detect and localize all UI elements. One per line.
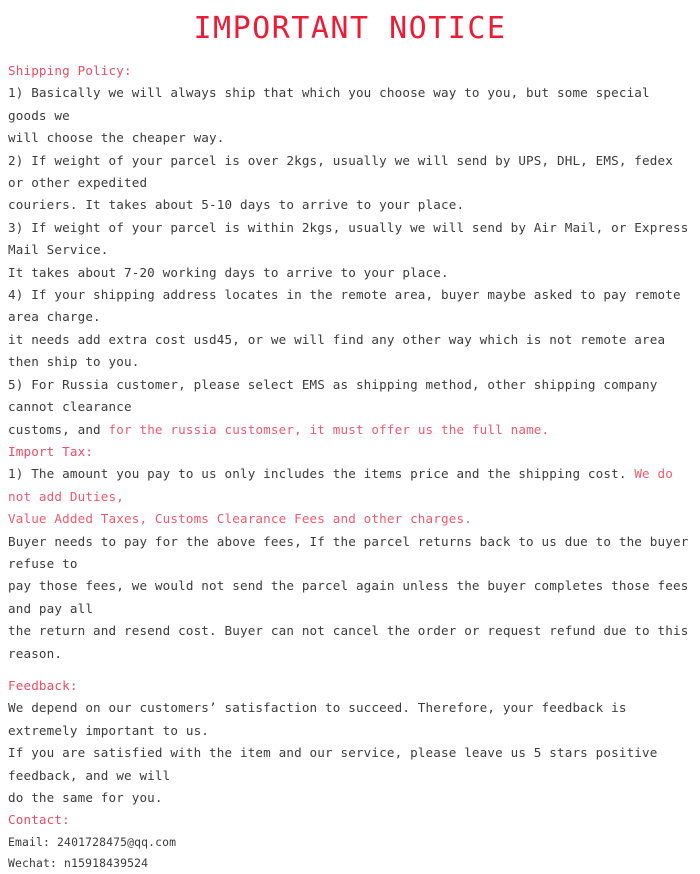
text-line-shipping-line-2a: 2) If weight of your parcel is over 2kgs… — [8, 150, 694, 195]
body-text: If you are satisfied with the item and o… — [8, 745, 666, 783]
body-text: customs, and — [8, 421, 109, 437]
text-line-feedback-line-1: We depend on our customers’ satisfaction… — [8, 697, 694, 742]
body-text: 2) If weight of your parcel is over 2kgs… — [8, 152, 681, 191]
body-text: it needs add extra cost usd45, or we wil… — [8, 331, 673, 370]
body-text: pay those fees, we would not send the pa… — [8, 578, 697, 616]
text-line-feedback-line-2: If you are satisfied with the item and o… — [8, 742, 694, 787]
text-line-import-line-2c: the return and resend cost. Buyer can no… — [8, 620, 694, 665]
text-line-shipping-line-2b: couriers. It takes about 5-10 days to ar… — [8, 194, 694, 216]
body-text: 4) If your shipping address locates in t… — [8, 287, 689, 325]
body-text: Buyer needs to pay for the above fees, I… — [8, 533, 697, 571]
body-text: 1) Basically we will always ship that wh… — [8, 85, 658, 123]
text-line-shipping-line-3b: It takes about 7-20 working days to arri… — [8, 262, 694, 284]
body-text: We depend on our customers’ satisfaction… — [8, 700, 635, 738]
text-line-feedback-line-3: do the same for you. — [8, 787, 694, 809]
body-text: do the same for you. — [8, 790, 163, 805]
body-text: Email: 2401728475@qq.com — [8, 834, 177, 849]
body-text: couriers. It takes about 5-10 days to ar… — [8, 197, 465, 213]
text-line-shipping-line-1b: will choose the cheaper way. — [8, 127, 694, 149]
text-line-import-line-2b: pay those fees, we would not send the pa… — [8, 575, 694, 620]
body-text: 1) The amount you pay to us only include… — [8, 466, 635, 482]
text-line-import-line-2a: Buyer needs to pay for the above fees, I… — [8, 531, 694, 576]
body-text: It takes about 7-20 working days to arri… — [8, 264, 449, 280]
body-text: Wechat: n15918439524 — [8, 855, 149, 870]
highlighted-text: for the russia customser, it must offer … — [108, 421, 550, 437]
section-heading-feedback: Feedback: — [8, 677, 78, 693]
section-heading-import-tax: Import Tax: — [8, 443, 94, 459]
text-line-import-line-1b: Value Added Taxes, Customs Clearance Fee… — [8, 508, 694, 530]
text-line-contact-email: Email: 2401728475@qq.com — [8, 832, 694, 853]
section-heading-contact: Contact: — [8, 812, 70, 828]
text-line-import-line-1a: 1) The amount you pay to us only include… — [8, 463, 694, 508]
notice-page: IMPORTANT NOTICE Shipping Policy: 1) Basi… — [0, 0, 700, 870]
text-line-contact-wechat: Wechat: n15918439524 — [8, 853, 694, 874]
text-line-shipping-line-3a: 3) If weight of your parcel is within 2k… — [8, 217, 694, 262]
text-line-shipping-line-5a: 5) For Russia customer, please select EM… — [8, 374, 694, 419]
text-line-shipping-line-4a: 4) If your shipping address locates in t… — [8, 284, 694, 329]
highlighted-text: Value Added Taxes, Customs Clearance Fee… — [8, 511, 472, 527]
text-line-shipping-line-5b: customs, and for the russia customser, i… — [8, 419, 694, 441]
body-text: 5) For Russia customer, please select EM… — [8, 376, 666, 415]
notice-body: Shipping Policy: 1) Basically we will alw… — [0, 60, 700, 874]
body-text: 3) If weight of your parcel is within 2k… — [8, 219, 697, 258]
text-line-shipping-line-4b: it needs add extra cost usd45, or we wil… — [8, 329, 694, 374]
body-text: will choose the cheaper way. — [8, 130, 225, 146]
text-line-shipping-line-1a: 1) Basically we will always ship that wh… — [8, 82, 694, 127]
section-heading-shipping-policy: Shipping Policy: — [8, 63, 132, 78]
page-title: IMPORTANT NOTICE — [193, 11, 507, 46]
